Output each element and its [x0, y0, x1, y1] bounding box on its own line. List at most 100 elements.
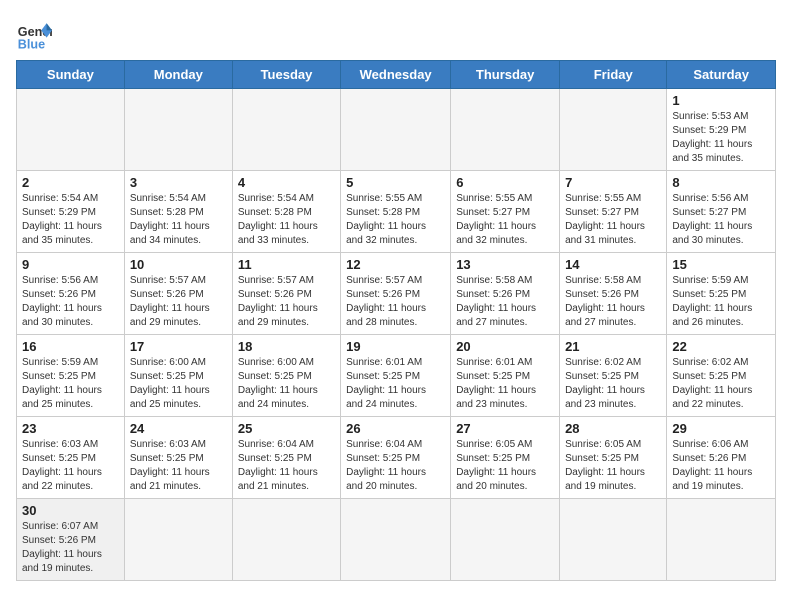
- calendar-header-row: SundayMondayTuesdayWednesdayThursdayFrid…: [17, 61, 776, 89]
- day-header-friday: Friday: [560, 61, 667, 89]
- day-number: 9: [22, 257, 119, 272]
- day-number: 10: [130, 257, 227, 272]
- day-info: Sunrise: 5:58 AM Sunset: 5:26 PM Dayligh…: [456, 274, 554, 330]
- calendar-cell: [232, 499, 340, 581]
- day-header-sunday: Sunday: [17, 61, 125, 89]
- day-number: 13: [456, 257, 554, 272]
- day-info: Sunrise: 5:56 AM Sunset: 5:26 PM Dayligh…: [22, 274, 119, 330]
- day-number: 17: [130, 339, 227, 354]
- day-info: Sunrise: 5:53 AM Sunset: 5:29 PM Dayligh…: [672, 110, 770, 166]
- calendar-cell: 26 Sunrise: 6:04 AM Sunset: 5:25 PM Dayli…: [341, 417, 451, 499]
- calendar-cell: 3 Sunrise: 5:54 AM Sunset: 5:28 PM Daylig…: [124, 171, 232, 253]
- calendar-cell: 28 Sunrise: 6:05 AM Sunset: 5:25 PM Dayli…: [560, 417, 667, 499]
- day-info: Sunrise: 5:57 AM Sunset: 5:26 PM Dayligh…: [346, 274, 445, 330]
- day-number: 6: [456, 175, 554, 190]
- day-info: Sunrise: 6:02 AM Sunset: 5:25 PM Dayligh…: [672, 356, 770, 412]
- calendar-cell: [451, 89, 560, 171]
- calendar-cell: 18Sunrise: 6:00 AM Sunset: 5:25 PM Dayli…: [232, 335, 340, 417]
- day-number: 11: [238, 257, 335, 272]
- day-info: Sunrise: 6:05 AM Sunset: 5:25 PM Dayligh…: [565, 438, 661, 494]
- calendar-cell: 27Sunrise: 6:05 AM Sunset: 5:25 PM Dayli…: [451, 417, 560, 499]
- day-number: 1: [672, 93, 770, 108]
- calendar-cell: 10 Sunrise: 5:57 AM Sunset: 5:26 PM Dayli…: [124, 253, 232, 335]
- day-info: Sunrise: 5:58 AM Sunset: 5:26 PM Dayligh…: [565, 274, 661, 330]
- day-info: Sunrise: 5:59 AM Sunset: 5:25 PM Dayligh…: [22, 356, 119, 412]
- day-info: Sunrise: 5:54 AM Sunset: 5:28 PM Dayligh…: [238, 192, 335, 248]
- day-number: 2: [22, 175, 119, 190]
- day-info: Sunrise: 6:01 AM Sunset: 5:25 PM Dayligh…: [346, 356, 445, 412]
- day-number: 8: [672, 175, 770, 190]
- calendar-cell: 21Sunrise: 6:02 AM Sunset: 5:25 PM Dayli…: [560, 335, 667, 417]
- day-info: Sunrise: 6:07 AM Sunset: 5:26 PM Dayligh…: [22, 520, 119, 576]
- day-number: 28: [565, 421, 661, 436]
- calendar-cell: [341, 499, 451, 581]
- day-number: 25: [238, 421, 335, 436]
- day-number: 30: [22, 503, 119, 518]
- day-header-wednesday: Wednesday: [341, 61, 451, 89]
- day-number: 16: [22, 339, 119, 354]
- day-number: 26: [346, 421, 445, 436]
- day-header-thursday: Thursday: [451, 61, 560, 89]
- calendar-cell: 25 Sunrise: 6:04 AM Sunset: 5:25 PM Dayli…: [232, 417, 340, 499]
- logo: General Blue: [16, 16, 52, 52]
- day-info: Sunrise: 6:04 AM Sunset: 5:25 PM Dayligh…: [238, 438, 335, 494]
- day-number: 3: [130, 175, 227, 190]
- calendar-cell: 11Sunrise: 5:57 AM Sunset: 5:26 PM Dayli…: [232, 253, 340, 335]
- day-number: 20: [456, 339, 554, 354]
- day-number: 14: [565, 257, 661, 272]
- day-number: 7: [565, 175, 661, 190]
- week-row-4: 16 Sunrise: 5:59 AM Sunset: 5:25 PM Dayli…: [17, 335, 776, 417]
- week-row-6: 30 Sunrise: 6:07 AM Sunset: 5:26 PM Dayli…: [17, 499, 776, 581]
- day-info: Sunrise: 5:54 AM Sunset: 5:29 PM Dayligh…: [22, 192, 119, 248]
- calendar-cell: 23 Sunrise: 6:03 AM Sunset: 5:25 PM Dayli…: [17, 417, 125, 499]
- calendar-cell: 22 Sunrise: 6:02 AM Sunset: 5:25 PM Dayli…: [667, 335, 776, 417]
- calendar-cell: [667, 499, 776, 581]
- day-info: Sunrise: 6:00 AM Sunset: 5:25 PM Dayligh…: [238, 356, 335, 412]
- calendar-table: SundayMondayTuesdayWednesdayThursdayFrid…: [16, 60, 776, 581]
- day-number: 19: [346, 339, 445, 354]
- day-info: Sunrise: 6:03 AM Sunset: 5:25 PM Dayligh…: [22, 438, 119, 494]
- day-info: Sunrise: 6:02 AM Sunset: 5:25 PM Dayligh…: [565, 356, 661, 412]
- calendar-cell: 4 Sunrise: 5:54 AM Sunset: 5:28 PM Daylig…: [232, 171, 340, 253]
- calendar-cell: 20 Sunrise: 6:01 AM Sunset: 5:25 PM Dayli…: [451, 335, 560, 417]
- calendar-cell: 12Sunrise: 5:57 AM Sunset: 5:26 PM Dayli…: [341, 253, 451, 335]
- calendar-cell: 1 Sunrise: 5:53 AM Sunset: 5:29 PM Daylig…: [667, 89, 776, 171]
- calendar-cell: 9 Sunrise: 5:56 AM Sunset: 5:26 PM Daylig…: [17, 253, 125, 335]
- day-info: Sunrise: 5:55 AM Sunset: 5:28 PM Dayligh…: [346, 192, 445, 248]
- day-info: Sunrise: 5:54 AM Sunset: 5:28 PM Dayligh…: [130, 192, 227, 248]
- day-info: Sunrise: 5:56 AM Sunset: 5:27 PM Dayligh…: [672, 192, 770, 248]
- day-number: 4: [238, 175, 335, 190]
- day-number: 5: [346, 175, 445, 190]
- week-row-3: 9 Sunrise: 5:56 AM Sunset: 5:26 PM Daylig…: [17, 253, 776, 335]
- page-header: General Blue: [16, 16, 776, 52]
- logo-icon: General Blue: [16, 16, 52, 52]
- week-row-5: 23 Sunrise: 6:03 AM Sunset: 5:25 PM Dayli…: [17, 417, 776, 499]
- calendar-cell: 6Sunrise: 5:55 AM Sunset: 5:27 PM Daylig…: [451, 171, 560, 253]
- calendar-cell: 19 Sunrise: 6:01 AM Sunset: 5:25 PM Dayli…: [341, 335, 451, 417]
- day-header-monday: Monday: [124, 61, 232, 89]
- day-info: Sunrise: 5:57 AM Sunset: 5:26 PM Dayligh…: [130, 274, 227, 330]
- day-number: 29: [672, 421, 770, 436]
- calendar-cell: 14 Sunrise: 5:58 AM Sunset: 5:26 PM Dayli…: [560, 253, 667, 335]
- calendar-cell: 8 Sunrise: 5:56 AM Sunset: 5:27 PM Daylig…: [667, 171, 776, 253]
- calendar-cell: 5 Sunrise: 5:55 AM Sunset: 5:28 PM Daylig…: [341, 171, 451, 253]
- calendar-cell: [232, 89, 340, 171]
- day-number: 24: [130, 421, 227, 436]
- day-info: Sunrise: 6:06 AM Sunset: 5:26 PM Dayligh…: [672, 438, 770, 494]
- day-info: Sunrise: 6:01 AM Sunset: 5:25 PM Dayligh…: [456, 356, 554, 412]
- calendar-cell: [341, 89, 451, 171]
- day-info: Sunrise: 6:05 AM Sunset: 5:25 PM Dayligh…: [456, 438, 554, 494]
- calendar-cell: [451, 499, 560, 581]
- day-info: Sunrise: 6:04 AM Sunset: 5:25 PM Dayligh…: [346, 438, 445, 494]
- calendar-cell: 17 Sunrise: 6:00 AM Sunset: 5:25 PM Dayli…: [124, 335, 232, 417]
- calendar-cell: [124, 499, 232, 581]
- calendar-cell: 2 Sunrise: 5:54 AM Sunset: 5:29 PM Daylig…: [17, 171, 125, 253]
- day-number: 22: [672, 339, 770, 354]
- day-header-tuesday: Tuesday: [232, 61, 340, 89]
- day-info: Sunrise: 6:00 AM Sunset: 5:25 PM Dayligh…: [130, 356, 227, 412]
- calendar-cell: 24Sunrise: 6:03 AM Sunset: 5:25 PM Dayli…: [124, 417, 232, 499]
- calendar-cell: [560, 89, 667, 171]
- calendar-cell: 13 Sunrise: 5:58 AM Sunset: 5:26 PM Dayli…: [451, 253, 560, 335]
- calendar-cell: [560, 499, 667, 581]
- day-number: 23: [22, 421, 119, 436]
